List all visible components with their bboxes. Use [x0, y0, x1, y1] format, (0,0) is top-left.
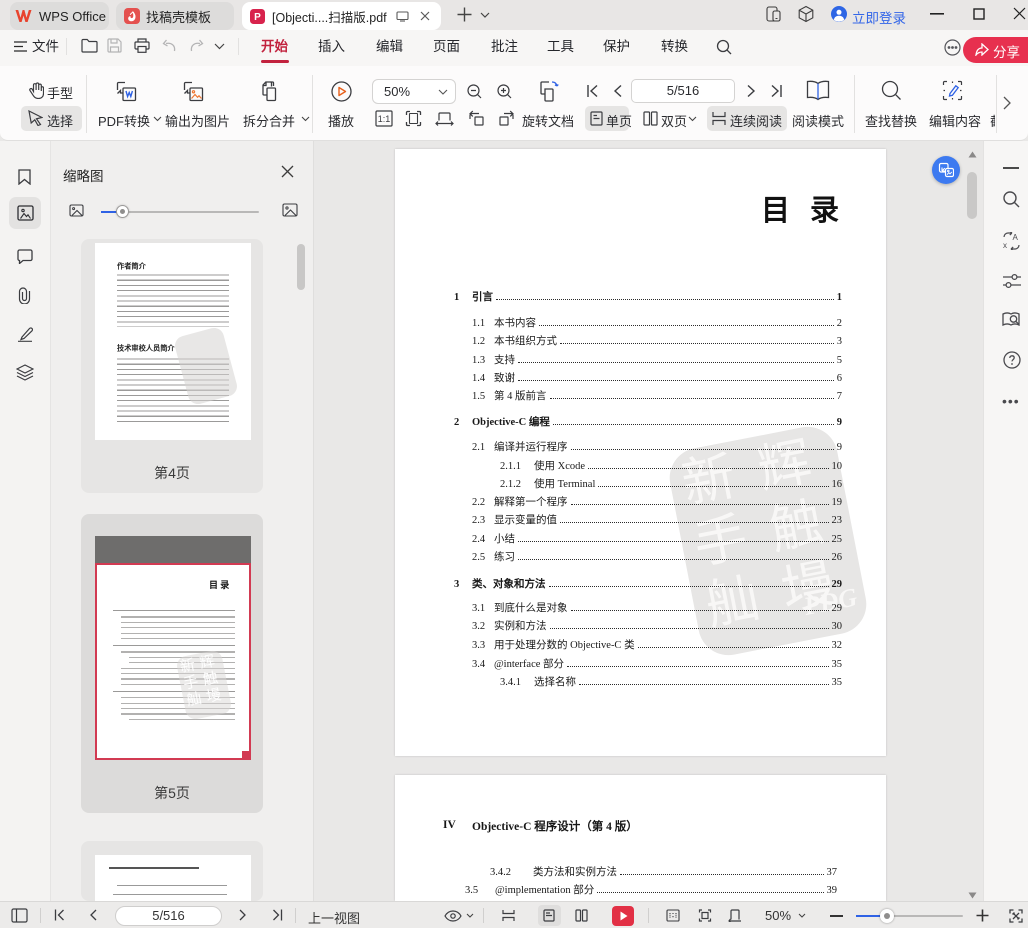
svg-text:A: A	[1013, 233, 1019, 242]
svg-text:x: x	[1003, 241, 1007, 250]
svg-text:P: P	[254, 12, 261, 23]
svg-text:1:1: 1:1	[378, 114, 391, 124]
